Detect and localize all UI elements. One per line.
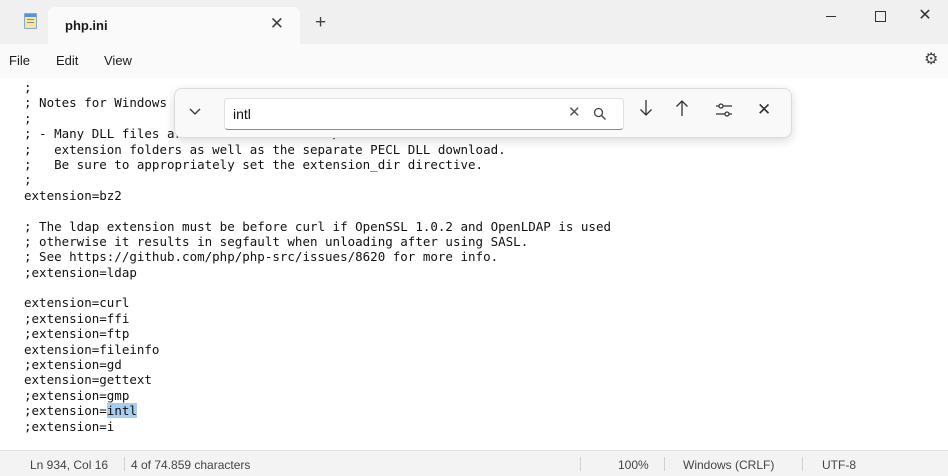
code-line: extension=fileinfo [24,341,160,357]
code-line: ;extension=gd [24,357,122,373]
close-window-button[interactable]: ✕ [902,0,948,32]
code-line: ; [24,172,32,188]
code-line-current: ;extension=intl [24,403,611,419]
code-line-prefix: ;extension= [24,403,107,419]
search-icon[interactable] [593,107,607,121]
maximize-button[interactable] [857,0,903,32]
tab-php-ini[interactable]: php.ini ✕ [48,7,300,44]
code-line: ; extension folders as well as the separ… [24,141,506,157]
menu-view[interactable]: View [104,53,132,68]
clear-icon[interactable]: ✕ [568,105,581,120]
arrow-down-icon[interactable] [639,99,653,121]
maximize-icon [874,10,886,22]
close-icon[interactable]: ✕ [757,100,771,119]
arrow-up-icon[interactable] [675,99,689,121]
search-match-highlight: intl [106,403,137,419]
menu-file[interactable]: File [9,53,30,68]
menu-edit[interactable]: Edit [56,53,78,68]
code-line: ;extension=ldap [24,264,137,280]
close-icon: ✕ [918,7,932,24]
status-divider [664,457,665,471]
character-count: 4 of 74.859 characters [131,458,251,472]
code-line: ; Be sure to appropriately set the exten… [24,156,484,172]
code-line: ; otherwise it results in segfault when … [24,233,529,249]
code-line: ; See https://github.com/php/php-src/iss… [24,249,499,265]
find-input-box: ✕ [224,98,624,130]
code-line: ;extension=ftp [24,326,130,342]
cursor-position: Ln 934, Col 16 [30,458,109,472]
find-input[interactable] [233,104,553,124]
find-bar: ✕ ✕ [174,88,792,138]
status-divider [124,457,125,471]
chevron-down-icon[interactable] [189,104,201,119]
menu-bar: File Edit View ⚙ [0,44,948,78]
options-icon[interactable] [715,102,733,121]
code-line: ; The ldap extension must be before curl… [24,218,611,234]
encoding[interactable]: UTF-8 [822,458,856,472]
line-ending[interactable]: Windows (CRLF) [683,458,774,472]
code-line: extension=curl [24,295,130,311]
tab-title: php.ini [65,18,108,33]
title-bar: php.ini ✕ + ✕ [0,0,948,44]
notepad-icon [24,13,37,29]
code-line: ;extension=gmp [24,387,130,403]
code-line: ;extension=ffi [24,310,130,326]
settings-gear-icon[interactable]: ⚙ [924,52,938,68]
code-line: extension=bz2 [24,187,122,203]
new-tab-plus-icon[interactable]: + [315,13,326,32]
code-line: extension=gettext [24,372,152,388]
code-line-partial: ;extension=i [24,418,115,434]
minimize-button[interactable] [808,0,854,32]
minimize-icon [826,15,836,17]
zoom-level[interactable]: 100% [618,458,649,472]
tab-close-icon[interactable]: ✕ [270,15,284,32]
status-divider [802,457,803,471]
status-divider [580,457,581,471]
status-bar: Ln 934, Col 16 4 of 74.859 characters 10… [0,450,948,476]
